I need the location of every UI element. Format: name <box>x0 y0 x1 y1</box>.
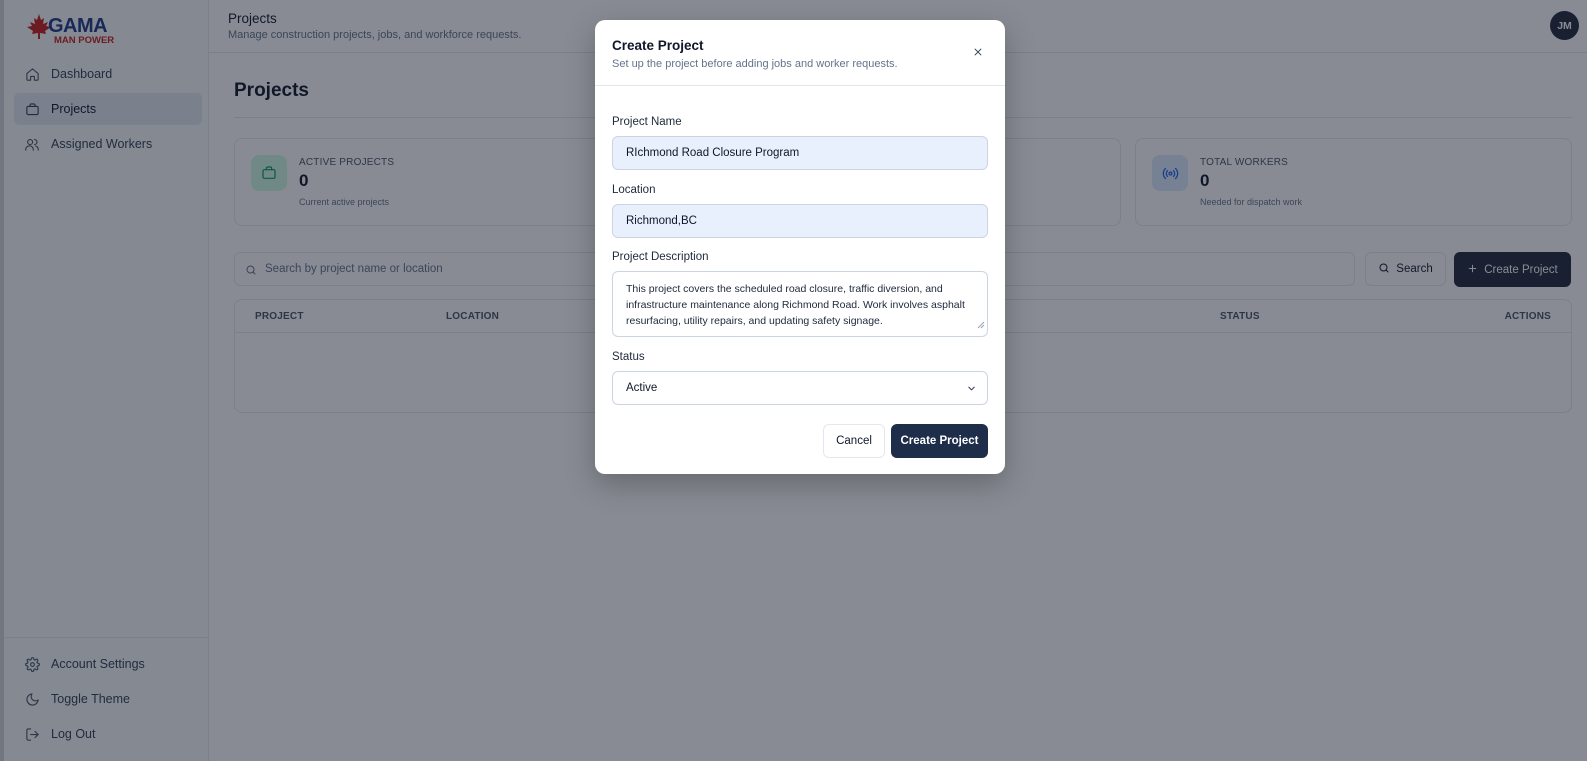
dialog-title: Create Project <box>612 38 704 53</box>
resize-handle-icon[interactable] <box>977 318 985 334</box>
status-select[interactable]: Active <box>612 371 988 405</box>
project-name-field[interactable]: RIchmond Road Closure Program <box>612 136 988 170</box>
close-icon[interactable] <box>971 45 985 59</box>
cancel-button[interactable]: Cancel <box>823 424 885 458</box>
description-textarea[interactable]: This project covers the scheduled road c… <box>612 271 988 337</box>
status-label: Status <box>612 351 645 363</box>
chevron-down-icon <box>966 383 977 397</box>
description-value: This project covers the scheduled road c… <box>626 283 965 327</box>
description-label: Project Description <box>612 251 709 263</box>
status-value: Active <box>626 382 658 394</box>
location-label: Location <box>612 184 656 196</box>
location-field[interactable]: Richmond,BC <box>612 204 988 238</box>
dialog-divider <box>595 85 1005 86</box>
create-project-submit-button[interactable]: Create Project <box>891 424 988 458</box>
project-name-label: Project Name <box>612 116 682 128</box>
project-name-value: RIchmond Road Closure Program <box>626 147 800 159</box>
dialog-subtitle: Set up the project before adding jobs an… <box>612 58 898 70</box>
location-value: Richmond,BC <box>626 215 697 227</box>
create-project-dialog: Create Project Set up the project before… <box>595 20 1005 474</box>
